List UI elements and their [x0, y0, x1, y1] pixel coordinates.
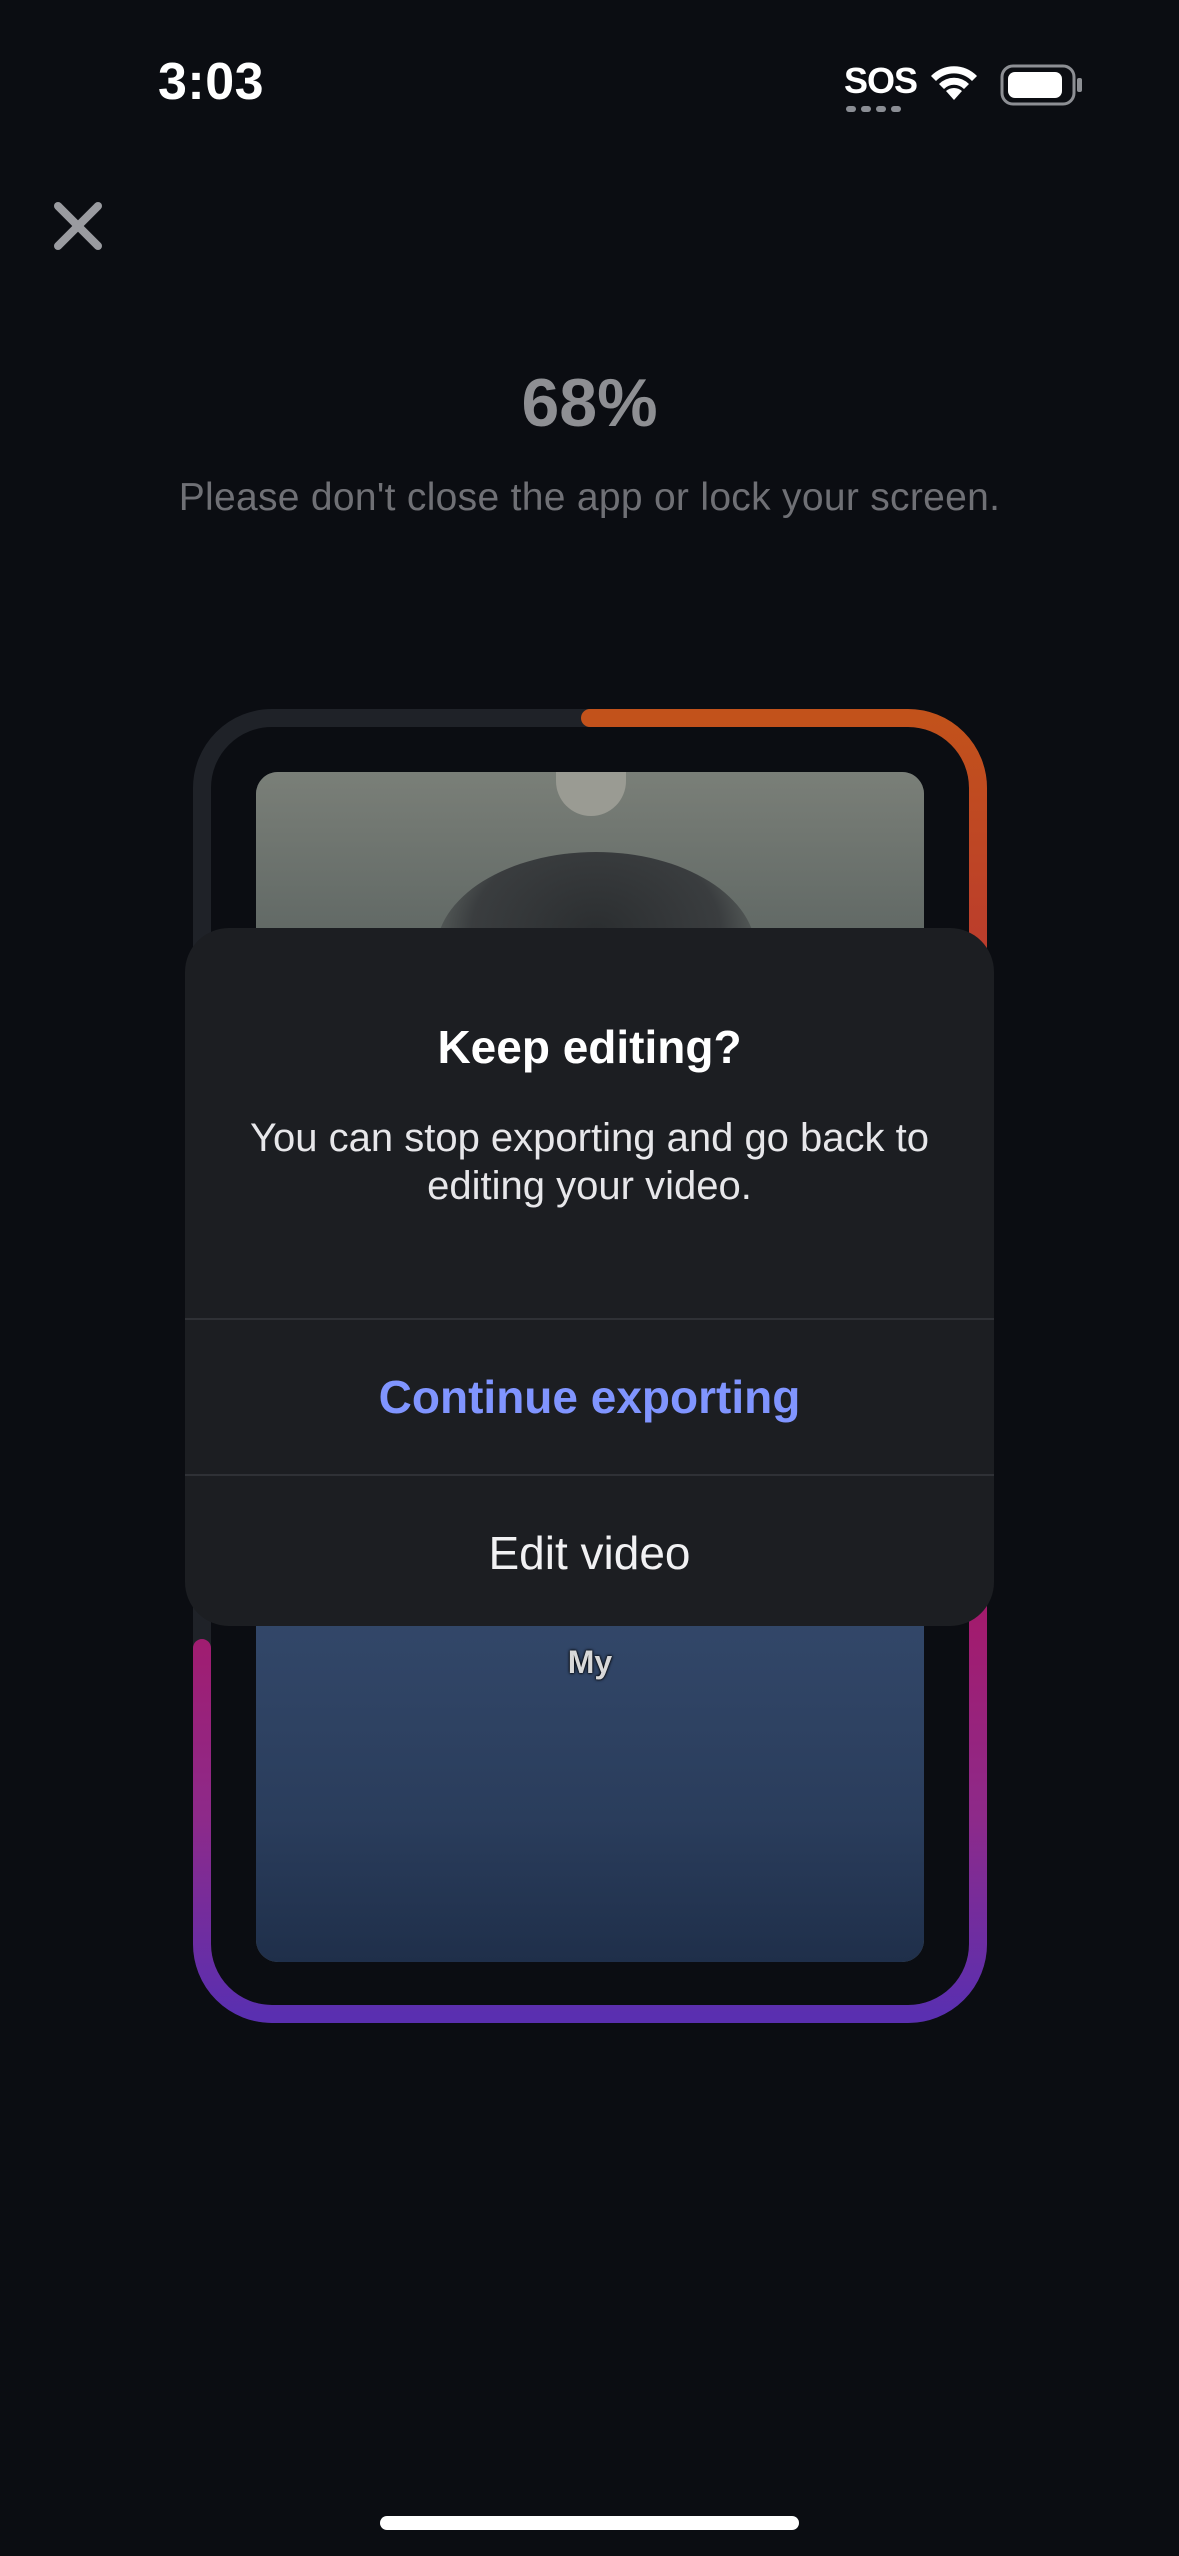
export-progress-percent: 68%: [521, 365, 658, 441]
keep-editing-dialog: Keep editing? You can stop exporting and…: [185, 928, 994, 1626]
export-screen: 3:03 SOS 68% Please don't close the app …: [0, 0, 1179, 2556]
dialog-title: Keep editing?: [437, 1021, 742, 1073]
status-time: 3:03: [158, 53, 265, 111]
wifi-icon: [931, 66, 977, 100]
close-icon: [54, 202, 102, 250]
signal-dots: [846, 106, 906, 114]
continue-exporting-button[interactable]: Continue exporting: [185, 1320, 994, 1474]
dialog-message: You can stop exporting and go back to ed…: [249, 1116, 930, 1208]
video-caption: My: [567, 1644, 613, 1680]
battery-icon: [1000, 64, 1082, 106]
export-notice: Please don't close the app or lock your …: [178, 476, 1001, 519]
sos-indicator: SOS: [844, 60, 918, 101]
close-button[interactable]: [48, 196, 108, 256]
edit-video-button[interactable]: Edit video: [185, 1476, 994, 1626]
home-indicator[interactable]: [380, 2516, 799, 2530]
